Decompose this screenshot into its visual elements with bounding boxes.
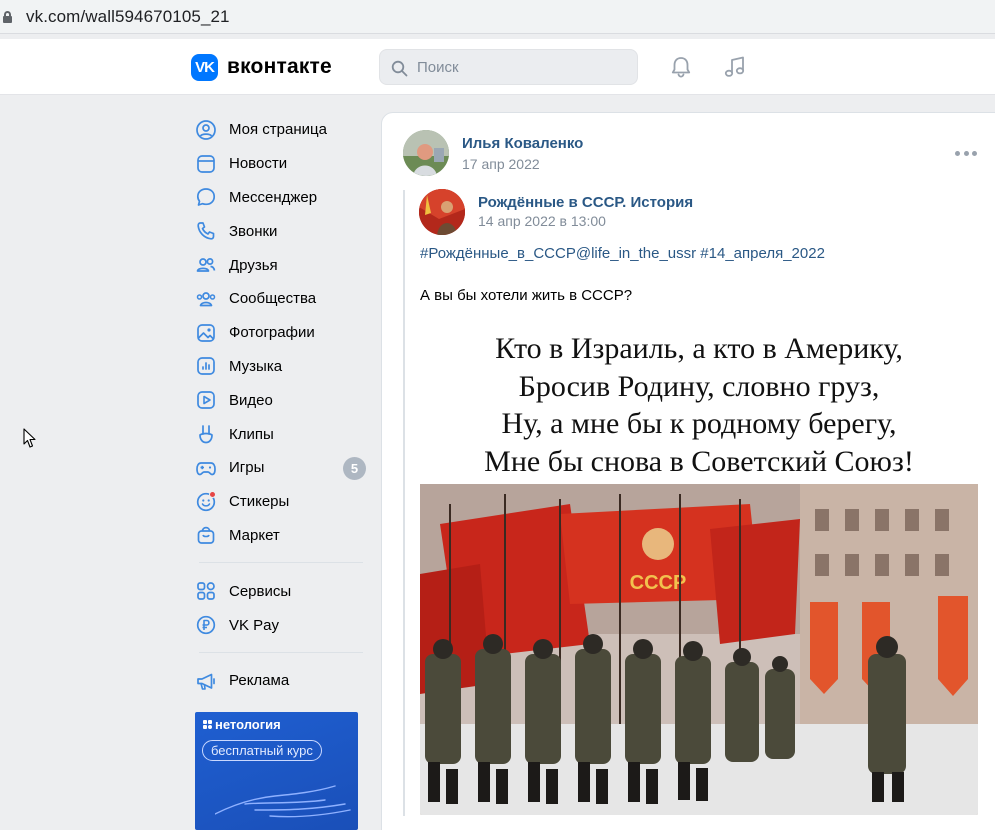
search-icon [391, 60, 408, 77]
services-grid-icon [197, 582, 215, 601]
menu-item-ads[interactable]: Реклама [191, 664, 371, 698]
wall-post: Илья Коваленко 17 апр 2022 Рождённые в С… [381, 112, 995, 830]
menu-label: Сообщества [229, 290, 317, 308]
repost-indicator-bar [403, 190, 405, 816]
ad-cta[interactable]: бесплатный курс [202, 740, 322, 761]
vk-logo-text: вконтакте [227, 55, 332, 78]
photo-icon [197, 323, 215, 342]
search-box[interactable] [379, 49, 638, 85]
site-header: VK вконтакте [0, 39, 995, 95]
poem-line: Бросив Родину, словно груз, [518, 369, 880, 403]
menu-label: Мессенджер [229, 188, 318, 206]
ad-brand-text: нетология [215, 717, 281, 732]
music-icon [197, 357, 215, 376]
post-author-name[interactable]: Илья Коваленко [462, 135, 583, 152]
vk-logo[interactable]: VK вконтакте [191, 53, 332, 81]
music-note-icon[interactable] [722, 54, 748, 80]
poem-line: Кто в Израиль, а кто в Америку, [495, 332, 903, 365]
menu-divider [199, 651, 363, 653]
ad-brand: нетология [203, 717, 281, 732]
netology-logo-icon [203, 720, 212, 729]
hand-illustration [215, 785, 351, 818]
menu-item-video[interactable]: Видео [191, 383, 371, 417]
menu-label: Фотографии [229, 324, 315, 342]
banner-text: СССР [630, 572, 687, 594]
post-hashtags[interactable]: #Рождённые_в_СССР@life_in_the_ussr #14_а… [420, 245, 825, 262]
post-more-options-icon[interactable] [955, 151, 977, 157]
bell-icon[interactable] [668, 54, 694, 80]
menu-label: Музыка [229, 357, 283, 375]
image-caption-text: Кто в Израиль, а кто в Америку, Бросив Р… [420, 330, 978, 485]
browser-address-bar[interactable]: vk.com/wall594670105_21 [0, 0, 995, 34]
mouse-cursor-icon [23, 428, 36, 448]
menu-label: Маркет [229, 526, 280, 544]
vk-logo-mark: VK [191, 53, 218, 81]
menu-item-news[interactable]: Новости [191, 147, 371, 181]
menu-item-stickers[interactable]: Стикеры [191, 485, 371, 519]
repost-date[interactable]: 14 апр 2022 в 13:00 [478, 213, 606, 229]
parade-photo-illustration: СССР [420, 484, 978, 815]
menu-item-calls[interactable]: Звонки [191, 214, 371, 248]
menu-item-games[interactable]: Игры 5 [191, 451, 371, 485]
author-avatar[interactable] [403, 130, 449, 176]
menu-label: Игры [229, 459, 265, 477]
menu-label: Реклама [229, 672, 290, 690]
menu-item-services[interactable]: Сервисы [191, 574, 371, 608]
news-icon [197, 154, 215, 173]
games-counter-badge: 5 [343, 456, 366, 480]
menu-item-market[interactable]: Маркет [191, 519, 371, 553]
author-avatar-image [403, 130, 449, 176]
menu-item-music[interactable]: Музыка [191, 350, 371, 384]
communities-icon [196, 292, 216, 307]
menu-label: Стикеры [229, 493, 290, 511]
menu-item-photos[interactable]: Фотографии [191, 316, 371, 350]
post-date[interactable]: 17 апр 2022 [462, 156, 540, 172]
poem-line: Ну, а мне бы к родному берегу, [501, 407, 897, 440]
group-avatar-image [419, 189, 465, 235]
url-text[interactable]: vk.com/wall594670105_21 [26, 7, 230, 27]
clips-icon [199, 425, 213, 444]
menu-label: Новости [229, 155, 288, 173]
menu-label: Звонки [229, 222, 278, 240]
lock-icon [3, 11, 12, 23]
post-photo[interactable]: СССР [420, 484, 978, 815]
friends-icon [196, 258, 216, 272]
megaphone-icon [197, 673, 215, 690]
gamepad-icon [196, 462, 216, 476]
repost-group-name[interactable]: Рождённые в СССР. История [478, 194, 693, 211]
post-text: А вы бы хотели жить в СССР? [420, 287, 633, 304]
menu-label: Друзья [229, 256, 278, 274]
menu-item-communities[interactable]: Сообщества [191, 282, 371, 316]
vk-pay-icon [196, 615, 216, 635]
chat-bubble-icon [196, 188, 216, 207]
menu-item-messenger[interactable]: Мессенджер [191, 181, 371, 215]
left-menu: Моя страница Новости Мессенджер Звонки Д… [191, 113, 371, 698]
menu-label: VK Pay [229, 616, 280, 634]
menu-item-vk-pay[interactable]: VK Pay [191, 608, 371, 642]
user-circle-icon [196, 120, 216, 140]
group-avatar[interactable] [419, 189, 465, 235]
video-icon [197, 391, 215, 410]
search-input[interactable] [417, 50, 627, 84]
phone-icon [197, 222, 215, 240]
menu-item-my-page[interactable]: Моя страница [191, 113, 371, 147]
ad-banner[interactable]: нетология бесплатный курс [195, 712, 358, 830]
market-bag-icon [197, 527, 215, 545]
menu-item-friends[interactable]: Друзья [191, 248, 371, 282]
menu-label: Моя страница [229, 121, 327, 139]
menu-divider [199, 562, 363, 564]
menu-item-clips[interactable]: Клипы [191, 417, 371, 451]
menu-label: Видео [229, 391, 273, 409]
menu-label: Сервисы [229, 582, 292, 600]
sticker-icon [196, 490, 216, 511]
poem-line: Мне бы снова в Советский Союз! [484, 444, 914, 478]
menu-label: Клипы [229, 425, 274, 443]
